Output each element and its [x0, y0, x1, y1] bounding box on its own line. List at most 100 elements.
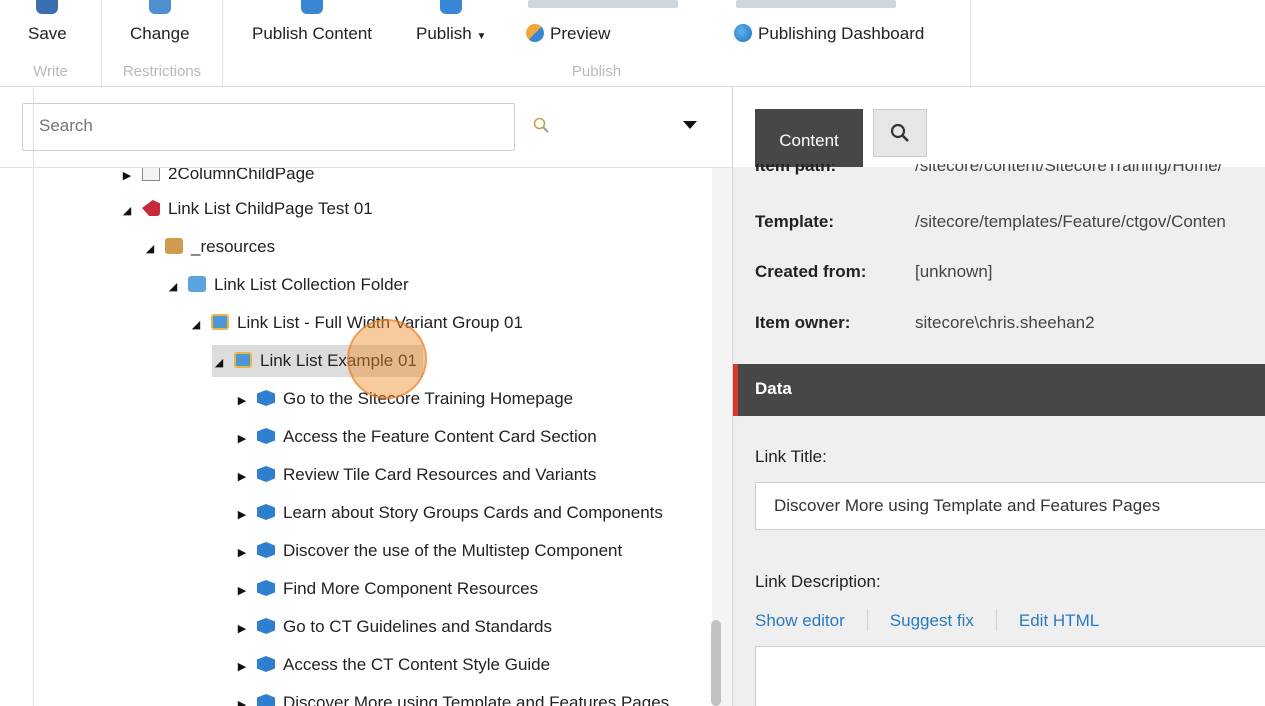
collapse-arrow-icon[interactable]: ◢ — [166, 271, 180, 303]
globe-icon — [734, 24, 752, 42]
page-icon — [142, 168, 160, 181]
expand-arrow-icon[interactable]: ▶ — [235, 385, 249, 417]
expand-arrow-icon[interactable]: ▶ — [235, 689, 249, 706]
tree-node[interactable]: ▶ Access the Feature Content Card Section — [235, 421, 597, 453]
created-from-value: [unknown] — [915, 262, 993, 281]
globe-icon — [301, 0, 324, 14]
tree-node-label: Review Tile Card Resources and Variants — [283, 465, 597, 484]
restrictions-group-label: Restrictions — [122, 63, 202, 80]
search-dropdown-caret-icon[interactable] — [683, 121, 697, 129]
section-accent-bar — [733, 364, 738, 416]
tree-node-label: Go to CT Guidelines and Standards — [283, 617, 553, 636]
tree-node[interactable]: ▶ Discover the use of the Multistep Compo… — [235, 535, 622, 567]
tree-node[interactable]: ◢ Link List ChildPage Test 01 — [120, 193, 373, 225]
separator — [866, 609, 868, 631]
tree-node[interactable]: ▶ Access the CT Content Style Guide — [235, 649, 550, 681]
collapse-arrow-icon[interactable]: ◢ — [120, 195, 134, 227]
expand-arrow-icon[interactable]: ▶ — [235, 499, 249, 531]
tree-node[interactable]: ◢ Link List Collection Folder — [166, 269, 409, 301]
tree-node-label: Discover More using Template and Feature… — [283, 693, 670, 706]
tree-node-label: Link List Collection Folder — [214, 275, 409, 294]
tree-node[interactable]: ▶ Find More Component Resources — [235, 573, 538, 605]
item-owner-value: sitecore\chris.sheehan2 — [915, 313, 1095, 332]
preview-icon — [526, 24, 544, 42]
publish-dropdown-button[interactable]: Publish ▼ — [416, 0, 486, 44]
tree-search-bar — [0, 87, 732, 168]
save-button[interactable]: Save — [28, 0, 67, 44]
ribbon-group-publish: Publish Content Publish ▼ Preview Publis… — [223, 0, 971, 86]
cube-icon — [257, 580, 275, 596]
save-label: Save — [28, 24, 67, 43]
link-description-label: Link Description: — [755, 572, 881, 591]
expand-arrow-icon[interactable]: ▶ — [235, 575, 249, 607]
item-path-label: Item path: — [755, 164, 837, 175]
tree-node-label: Find More Component Resources — [283, 579, 539, 598]
expand-arrow-icon[interactable]: ▶ — [235, 423, 249, 455]
publish-group-label: Publish — [571, 63, 622, 80]
tree-node[interactable]: ▶ Go to the Sitecore Training Homepage — [235, 383, 573, 415]
publish-content-button[interactable]: Publish Content — [252, 0, 372, 44]
tree-node-label: 2ColumnChildPage — [168, 168, 315, 183]
link-list-icon — [234, 352, 252, 368]
tree-node[interactable]: ▶ Review Tile Card Resources and Variants — [235, 459, 597, 493]
data-section-header[interactable]: Data — [733, 364, 1265, 416]
collapse-arrow-icon[interactable]: ◢ — [143, 233, 157, 265]
tree-node[interactable]: ▶ Go to CT Guidelines and Standards — [235, 611, 552, 643]
tab-content[interactable]: Content — [755, 109, 863, 167]
tree-node-label: Discover the use of the Multistep Compon… — [283, 541, 623, 560]
section-title: Data — [755, 379, 792, 398]
clock-lock-icon — [148, 0, 171, 14]
suggest-fix-link[interactable]: Suggest fix — [890, 611, 974, 630]
search-icon[interactable] — [533, 117, 549, 133]
edit-html-link[interactable]: Edit HTML — [1019, 611, 1099, 630]
expand-arrow-icon[interactable]: ▶ — [235, 537, 249, 569]
publishing-dashboard-button[interactable]: Publishing Dashboard — [734, 24, 924, 44]
save-icon — [36, 0, 59, 14]
expand-arrow-icon[interactable]: ▶ — [235, 651, 249, 683]
preview-button[interactable]: Preview — [526, 24, 610, 44]
change-label: Change — [130, 24, 190, 43]
tree-node-label: Go to the Sitecore Training Homepage — [283, 389, 574, 408]
collapse-arrow-icon[interactable]: ◢ — [212, 347, 226, 379]
expand-arrow-icon[interactable]: ▶ — [120, 168, 134, 192]
tree-scrollbar-thumb[interactable] — [711, 620, 721, 706]
search-input[interactable] — [23, 104, 479, 148]
tree-node-selected[interactable]: ◢ Link List Example 01 — [212, 345, 423, 377]
rich-text-actions: Show editor Suggest fix Edit HTML — [755, 609, 1099, 631]
item-owner-row: Item owner: sitecore\chris.sheehan2 — [755, 313, 1095, 333]
tree-node[interactable]: ◢ Link List - Full Width Variant Group 01 — [189, 307, 523, 339]
template-row: Template: /sitecore/templates/Feature/ctg… — [755, 212, 1226, 232]
content-tree-pane: ▶ 2ColumnChildPage ◢ Link List ChildPage T… — [0, 87, 732, 706]
preview-label: Preview — [550, 24, 611, 43]
cube-icon — [257, 428, 275, 444]
tree-node-highlighted[interactable]: ▶ Discover More using Template and Featur… — [235, 687, 669, 706]
cube-icon — [257, 390, 275, 406]
show-editor-link[interactable]: Show editor — [755, 611, 845, 630]
separator — [995, 609, 997, 631]
item-owner-label: Item owner: — [755, 313, 851, 332]
collapse-arrow-icon[interactable]: ◢ — [189, 309, 203, 341]
tree-node-label: _resources — [191, 237, 276, 256]
tree-node[interactable]: ◢ _resources — [143, 231, 275, 263]
expand-arrow-icon[interactable]: ▶ — [235, 461, 249, 493]
cube-icon — [257, 694, 275, 706]
link-title-input[interactable]: Discover More using Template and Feature… — [755, 482, 1265, 530]
link-description-editor[interactable] — [755, 646, 1265, 706]
page-item-icon — [142, 200, 160, 216]
editor-tabs: Content — [733, 87, 1265, 167]
content-editor-pane: Content Item path: /sitecore/content/Site… — [733, 87, 1265, 706]
tree-node[interactable]: ▶ 2ColumnChildPage — [120, 168, 314, 190]
cube-icon — [257, 656, 275, 672]
tree-node[interactable]: ▶ Learn about Story Groups Cards and Comp… — [235, 497, 663, 529]
template-label: Template: — [755, 212, 835, 231]
tab-search[interactable] — [873, 109, 927, 157]
tree-node-label: Link List Example 01 — [260, 351, 417, 370]
tree-node-label: Link List ChildPage Test 01 — [168, 199, 373, 218]
resources-box-icon — [165, 238, 183, 254]
change-restrictions-button[interactable]: Change — [130, 0, 190, 44]
folder-icon — [188, 276, 206, 292]
cube-icon — [257, 466, 275, 482]
write-group-label: Write — [33, 63, 68, 80]
search-icon — [890, 123, 909, 142]
expand-arrow-icon[interactable]: ▶ — [235, 613, 249, 645]
